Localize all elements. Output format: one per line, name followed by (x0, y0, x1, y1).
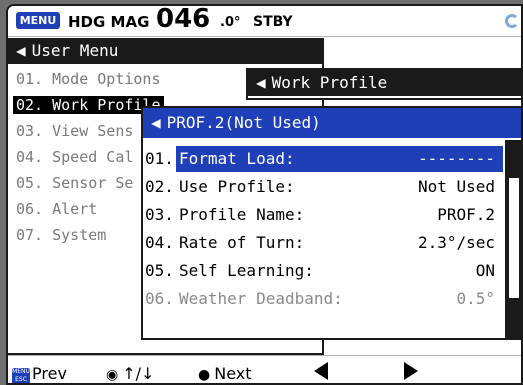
profile-settings-panel: ◀ PROF.2(Not Used) 01. Format Load: -----… (141, 106, 521, 340)
menu-item-speed-cal[interactable]: 04. Speed Cal (16, 148, 133, 166)
heading-label: HDG MAG (68, 13, 150, 31)
row-rate-of-turn[interactable]: 04. Rate of Turn: 2.3°/sec (143, 230, 503, 256)
row-value: -------- (417, 149, 495, 168)
row-format-load[interactable]: 01. Format Load: -------- (143, 146, 503, 172)
back-arrow-icon: ◀ (16, 41, 26, 60)
row-label: Profile Name: (179, 205, 305, 224)
row-value: 0.5° (456, 289, 495, 308)
menu-badge[interactable]: MENU (16, 12, 60, 29)
row-number: 03. (145, 205, 174, 224)
work-profile-panel: ◀ Work Profile (246, 68, 521, 100)
row-number: 06. (145, 289, 174, 308)
row-label: Self Learning: (179, 261, 314, 280)
menu-item-view-sensor[interactable]: 03. View Sens (16, 122, 133, 140)
menu-item-mode-options[interactable]: 01. Mode Options (16, 70, 161, 88)
scroll-thumb[interactable] (509, 178, 519, 298)
row-value: 2.3°/sec (417, 233, 495, 252)
menu-item-sensor-setup[interactable]: 05. Sensor Se (16, 174, 133, 192)
row-weather-deadband[interactable]: 06. Weather Deadband: 0.5° (143, 286, 503, 312)
heading-unit: .0° (220, 15, 241, 30)
row-number: 02. (145, 177, 174, 196)
updown-label: ↑/↓ (122, 364, 155, 383)
arrow-left-icon[interactable] (314, 362, 328, 380)
softkey-footer: MENU ESC Prev ◉ ↑/↓ ● Next (8, 355, 521, 383)
menu-item-alert[interactable]: 06. Alert (16, 200, 97, 218)
menu-item-system[interactable]: 07. System (16, 226, 106, 244)
knob-push-icon: ● (198, 367, 211, 383)
arrow-right-icon[interactable] (404, 362, 418, 380)
row-label: Rate of Turn: (179, 233, 305, 252)
knob-icon: ◉ (106, 367, 119, 383)
work-profile-title-text: Work Profile (271, 73, 388, 92)
row-number: 05. (145, 261, 174, 280)
row-value: Not Used (417, 177, 495, 196)
user-menu-title[interactable]: ◀ User Menu (8, 38, 322, 64)
menu-esc-icon: MENU ESC (12, 368, 30, 383)
row-value: ON (475, 261, 495, 280)
row-value: PROF.2 (437, 205, 495, 224)
profile-title[interactable]: ◀ PROF.2(Not Used) (143, 108, 521, 138)
row-label: Weather Deadband: (179, 289, 343, 308)
user-menu-title-text: User Menu (31, 41, 119, 60)
prev-label: Prev (32, 364, 67, 383)
prev-key[interactable]: MENU ESC Prev (12, 364, 67, 383)
row-number: 01. (143, 146, 176, 172)
display-frame: MENU HDG MAG 046 .0° STBY ◀ User Menu 01.… (6, 4, 523, 385)
profile-title-text: PROF.2(Not Used) (166, 113, 321, 132)
row-label: Use Profile: (179, 177, 295, 196)
heading-value: 046 (156, 4, 211, 34)
row-use-profile[interactable]: 02. Use Profile: Not Used (143, 174, 503, 200)
next-key[interactable]: ● Next (198, 364, 252, 383)
updown-key[interactable]: ◉ ↑/↓ (106, 364, 154, 383)
sync-icon (505, 14, 519, 28)
back-arrow-icon: ◀ (256, 73, 266, 92)
scrollbar[interactable] (505, 140, 521, 338)
row-self-learning[interactable]: 05. Self Learning: ON (143, 258, 503, 284)
next-label: Next (214, 364, 252, 383)
row-profile-name[interactable]: 03. Profile Name: PROF.2 (143, 202, 503, 228)
mode-indicator: STBY (253, 14, 293, 30)
work-profile-title[interactable]: ◀ Work Profile (248, 70, 521, 96)
status-bar: MENU HDG MAG 046 .0° STBY (8, 6, 521, 37)
row-label: Format Load: (179, 149, 295, 168)
back-arrow-icon: ◀ (151, 113, 161, 132)
row-number: 04. (145, 233, 174, 252)
